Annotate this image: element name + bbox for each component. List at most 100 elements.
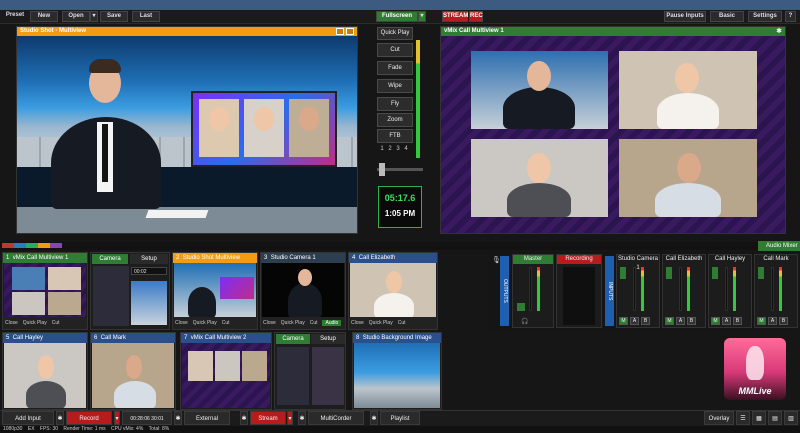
overlay-button[interactable]: Overlay: [704, 411, 734, 425]
cut-button[interactable]: Cut: [398, 320, 406, 326]
m-button[interactable]: M: [757, 317, 766, 325]
m-button[interactable]: M: [619, 317, 628, 325]
preview-settings-icon[interactable]: [336, 28, 344, 35]
a-button[interactable]: A: [768, 317, 777, 325]
quick-play-button[interactable]: Quick Play: [281, 320, 305, 326]
b-button[interactable]: B: [733, 317, 742, 325]
recording-channel[interactable]: Recording: [556, 254, 602, 328]
save-button[interactable]: Save: [100, 11, 128, 22]
cut-button[interactable]: Cut: [310, 320, 318, 326]
audio-button[interactable]: Audio: [322, 320, 342, 326]
gear-icon[interactable]: ✱: [240, 411, 248, 425]
record-button[interactable]: Record: [66, 411, 112, 425]
input-tile-7[interactable]: 7 vMix Call Multiview 2: [180, 332, 272, 410]
input-tile-2[interactable]: 2 Studio Shot Multiview Close Quick Play C…: [172, 252, 258, 330]
open-dropdown-icon[interactable]: ▾: [90, 11, 98, 22]
channel-fader[interactable]: [633, 267, 636, 311]
input-tile-8[interactable]: 8 Studio Background Image: [352, 332, 442, 410]
channel-fader[interactable]: [725, 267, 728, 311]
settings-button[interactable]: Settings: [748, 11, 782, 22]
master-fader[interactable]: [529, 267, 532, 311]
new-button[interactable]: New: [30, 11, 58, 22]
master-speaker-icon[interactable]: [517, 303, 525, 311]
master-channel[interactable]: Master 🎧: [512, 254, 554, 328]
cut-button[interactable]: Cut: [222, 320, 230, 326]
rec-indicator[interactable]: REC: [469, 11, 483, 22]
gear-icon[interactable]: ✱: [298, 411, 306, 425]
close-button[interactable]: Close: [263, 320, 276, 326]
b-button[interactable]: B: [641, 317, 650, 325]
quick-play-button[interactable]: Quick Play: [369, 320, 393, 326]
playlist-button[interactable]: Playlist: [380, 411, 420, 425]
camera-settings-tile-2[interactable]: Camera Setup: [274, 332, 346, 410]
a-button[interactable]: A: [722, 317, 731, 325]
input-tile-3[interactable]: 3 Studio Camera 1 Close Quick Play Cut Audi…: [260, 252, 346, 330]
close-button[interactable]: Close: [5, 320, 18, 326]
quick-play-button[interactable]: Quick Play: [193, 320, 217, 326]
tile-view-icon[interactable]: ▤: [768, 411, 782, 425]
fly-button[interactable]: Fly: [377, 97, 413, 111]
help-icon[interactable]: ?: [785, 11, 796, 22]
channel-call-mark[interactable]: Call Mark M A B: [754, 254, 798, 328]
channel-studio-camera-1[interactable]: Studio Camera 1 M A B: [616, 254, 660, 328]
preview-close-icon[interactable]: [346, 28, 354, 35]
setup-tab[interactable]: Setup: [311, 334, 345, 344]
channel-fader[interactable]: [679, 267, 682, 311]
a-button[interactable]: A: [676, 317, 685, 325]
stream-indicator[interactable]: STREAM: [442, 11, 468, 22]
quick-play-button[interactable]: Quick Play: [23, 320, 47, 326]
transition-2[interactable]: 2: [386, 146, 394, 152]
fade-button[interactable]: Fade: [377, 61, 413, 75]
transition-3[interactable]: 3: [394, 146, 402, 152]
transition-1[interactable]: 1: [378, 146, 386, 152]
fullscreen-dropdown-icon[interactable]: ▾: [418, 11, 426, 22]
cut-button[interactable]: Cut: [52, 320, 60, 326]
wipe-button[interactable]: Wipe: [377, 79, 413, 93]
multicorder-button[interactable]: MultiCorder: [308, 411, 364, 425]
fullscreen-button[interactable]: Fullscreen: [376, 11, 418, 22]
input-tile-5[interactable]: 5 Call Hayley: [2, 332, 88, 410]
b-button[interactable]: B: [779, 317, 788, 325]
gear-icon[interactable]: ✱: [370, 411, 378, 425]
input-tile-1[interactable]: 1 vMix Call Multiview 1 Close Quick Play C…: [2, 252, 88, 330]
cut-button[interactable]: Cut: [377, 43, 413, 57]
input-tile-4[interactable]: 4 Call Elizabeth Close Quick Play Cut: [348, 252, 438, 330]
channel-fader[interactable]: [771, 267, 774, 311]
channel-call-hayley[interactable]: Call Hayley M A B: [708, 254, 752, 328]
last-button[interactable]: Last: [132, 11, 160, 22]
close-button[interactable]: Close: [175, 320, 188, 326]
camera-tab[interactable]: Camera: [92, 254, 128, 264]
record-dropdown-icon[interactable]: ▾: [114, 411, 120, 425]
preset-button[interactable]: Preset: [2, 11, 28, 22]
transition-numbers[interactable]: 1234: [378, 146, 416, 155]
preview-window[interactable]: Studio Shot - Multiview: [16, 26, 358, 234]
stream-button[interactable]: Stream: [250, 411, 286, 425]
t-bar-handle[interactable]: [379, 163, 385, 176]
output-settings-icon[interactable]: ✱: [776, 27, 782, 35]
layout-view-icon[interactable]: ▥: [784, 411, 798, 425]
setup-tab[interactable]: Setup: [130, 254, 168, 264]
a-button[interactable]: A: [630, 317, 639, 325]
input-tile-6[interactable]: 6 Call Mark: [90, 332, 176, 410]
camera-settings-tile[interactable]: Camera Setup 00:02: [90, 252, 170, 330]
transition-4[interactable]: 4: [402, 146, 410, 152]
gear-icon[interactable]: ✱: [174, 411, 182, 425]
camera-field[interactable]: 00:02: [131, 267, 167, 275]
headphones-icon[interactable]: 🎧: [521, 318, 528, 325]
zoom-button[interactable]: Zoom: [377, 113, 413, 127]
ftb-button[interactable]: FTB: [377, 129, 413, 143]
output-window[interactable]: vMix Call Multiview 1 ✱: [440, 26, 786, 234]
stream-dropdown-icon[interactable]: ▾: [287, 411, 293, 425]
m-button[interactable]: M: [665, 317, 674, 325]
m-button[interactable]: M: [711, 317, 720, 325]
open-button[interactable]: Open: [62, 11, 90, 22]
basic-button[interactable]: Basic: [710, 11, 744, 22]
grid-view-icon[interactable]: ▦: [752, 411, 766, 425]
external-button[interactable]: External: [184, 411, 230, 425]
pause-inputs-button[interactable]: Pause Inputs: [664, 11, 706, 22]
quick-play-button[interactable]: Quick Play: [377, 27, 413, 40]
audio-mixer-tab[interactable]: Audio Mixer: [758, 241, 800, 251]
camera-tab[interactable]: Camera: [276, 334, 310, 344]
input-color-filters[interactable]: [2, 243, 62, 248]
gear-icon[interactable]: ✱: [56, 411, 64, 425]
